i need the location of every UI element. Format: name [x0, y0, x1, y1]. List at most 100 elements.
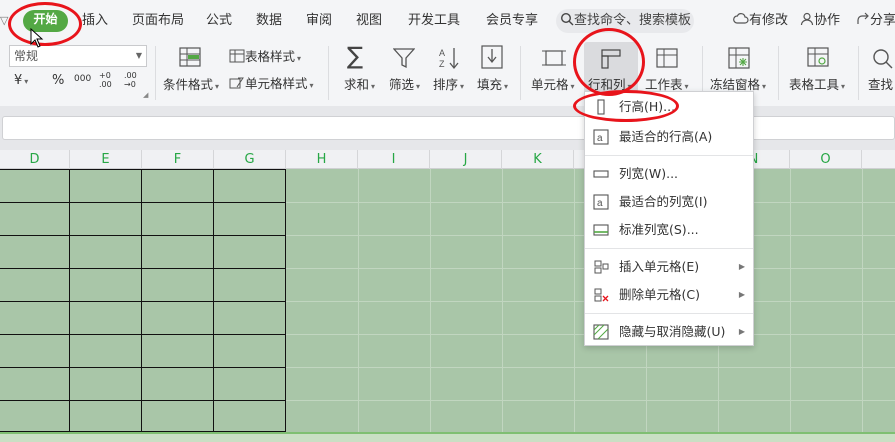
- has-changes-label: 有修改: [749, 13, 789, 28]
- conditional-format-label: 条件格式: [163, 77, 214, 92]
- col-width-icon: [593, 170, 609, 178]
- worksheet-label: 工作表: [645, 77, 683, 92]
- sum-label: 求和: [344, 77, 370, 92]
- tab-page-layout[interactable]: 页面布局: [132, 10, 184, 32]
- tab-data[interactable]: 数据: [256, 10, 282, 32]
- filter-button[interactable]: 筛选 ▾: [389, 74, 420, 93]
- column-header-o[interactable]: O: [790, 150, 862, 169]
- fill-icon: [481, 45, 503, 69]
- collaborate-label: 协作: [814, 13, 841, 28]
- table-tools-icon: [807, 47, 829, 67]
- column-header-d[interactable]: D: [0, 150, 70, 169]
- tab-developer[interactable]: 开发工具: [408, 10, 460, 32]
- collaborate-button[interactable]: 协作: [800, 10, 840, 32]
- hide-unhide-icon: [593, 324, 609, 340]
- menu-item-delete-cell[interactable]: 删除单元格(C) ▶: [585, 282, 753, 308]
- submenu-arrow-icon: ▶: [738, 262, 745, 271]
- menu-item-col-width[interactable]: 列宽(W)...: [585, 161, 753, 187]
- freeze-panes-label: 冻结窗格: [710, 77, 761, 92]
- menu-label-hide-unhide: 隐藏与取消隐藏(U): [619, 324, 726, 339]
- column-header-g[interactable]: G: [214, 150, 286, 169]
- table-style-icon: [229, 49, 245, 63]
- search-icon: [560, 12, 574, 26]
- column-header-e[interactable]: E: [70, 150, 142, 169]
- column-header-j[interactable]: J: [430, 150, 502, 169]
- cell-grid[interactable]: [0, 169, 895, 442]
- table-style-button[interactable]: 表格样式 ▾: [229, 46, 301, 65]
- dialog-launcher-icon[interactable]: ◢: [143, 91, 148, 99]
- column-header-h[interactable]: H: [286, 150, 358, 169]
- svg-text:a: a: [597, 198, 603, 209]
- annotation-circle-row-height: [573, 90, 679, 122]
- column-headers: D E F G H I J K L M N O: [0, 150, 895, 169]
- table-style-label: 表格样式: [245, 49, 296, 64]
- thousands-button[interactable]: 000: [74, 74, 91, 84]
- conditional-format-button[interactable]: 条件格式 ▾: [163, 74, 219, 93]
- filter-icon: [393, 48, 415, 69]
- table-tools-label: 表格工具: [789, 77, 840, 92]
- menu-bar: ▽ 开始 插入 页面布局 公式 数据 审阅 视图 开发工具 会员专享 查找命令、…: [0, 0, 895, 40]
- conditional-format-icon: [179, 47, 201, 67]
- column-header-i[interactable]: I: [358, 150, 430, 169]
- std-col-width-icon: [593, 224, 609, 236]
- menu-label-col-width: 列宽(W)...: [619, 166, 679, 181]
- annotation-circle-start-tab: [8, 2, 82, 46]
- number-format-select[interactable]: 常规 ▼: [9, 45, 147, 67]
- fill-button[interactable]: 填充 ▾: [477, 74, 508, 93]
- percent-button[interactable]: %: [52, 73, 64, 88]
- cell-style-button[interactable]: 单元格样式 ▾: [229, 73, 314, 92]
- svg-text:a: a: [597, 133, 603, 144]
- submenu-arrow-icon: ▶: [738, 327, 745, 336]
- menu-label-delete-cell: 删除单元格(C): [619, 287, 700, 302]
- share-label: 分享: [870, 13, 895, 28]
- menu-label-best-row-height: 最适合的行高(A): [619, 129, 713, 144]
- sort-label: 排序: [433, 77, 459, 92]
- column-header-k[interactable]: K: [502, 150, 574, 169]
- chevron-down-icon: ▼: [135, 51, 142, 60]
- cell-button[interactable]: 单元格 ▾: [531, 74, 575, 93]
- annotation-circle-row-col: [573, 28, 645, 96]
- tab-member[interactable]: 会员专享: [486, 10, 538, 32]
- tab-insert[interactable]: 插入: [82, 10, 108, 32]
- best-col-width-icon: a: [593, 194, 609, 210]
- cell-style-icon: [229, 77, 244, 89]
- freeze-panes-icon: [728, 47, 750, 69]
- column-header-f[interactable]: F: [142, 150, 214, 169]
- insert-cell-icon: [594, 260, 609, 274]
- menu-label-std-col-width: 标准列宽(S)...: [619, 222, 699, 237]
- increase-decimal-button[interactable]: +0 .00: [99, 71, 117, 89]
- tab-view[interactable]: 视图: [356, 10, 382, 32]
- cell-label: 单元格: [531, 77, 569, 92]
- menu-label-insert-cell: 插入单元格(E): [619, 259, 700, 274]
- sum-button[interactable]: 求和 ▾: [344, 74, 375, 93]
- sort-button[interactable]: 排序 ▾: [433, 74, 464, 93]
- formula-input[interactable]: [2, 116, 895, 140]
- row-col-dropdown-menu: 行高(H)... a 最适合的行高(A) 列宽(W)... a 最适合的列宽(I…: [584, 91, 754, 346]
- filter-label: 筛选: [389, 77, 415, 92]
- menu-item-insert-cell[interactable]: 插入单元格(E) ▶: [585, 254, 753, 280]
- cloud-icon: [733, 13, 749, 24]
- search-input[interactable]: 查找命令、搜索模板: [556, 9, 694, 33]
- tab-review[interactable]: 审阅: [306, 10, 332, 32]
- fill-label: 填充: [477, 77, 503, 92]
- mouse-cursor-icon: [30, 28, 44, 48]
- menu-item-best-col-width[interactable]: a 最适合的列宽(I): [585, 189, 753, 215]
- currency-button[interactable]: ¥ ▾: [14, 73, 28, 88]
- table-tools-button[interactable]: 表格工具 ▾: [789, 74, 845, 93]
- has-changes-button[interactable]: 有修改: [733, 10, 788, 32]
- cell-icon: [542, 50, 566, 66]
- share-button[interactable]: 分享: [856, 10, 895, 32]
- svg-text:A: A: [439, 48, 445, 58]
- cell-style-label: 单元格样式: [245, 76, 308, 91]
- submenu-arrow-icon: ▶: [738, 290, 745, 299]
- ribbon-toolbar: 常规 ▼ ¥ ▾ % 000 +0 .00 .00 →0 ◢ 条件格式 ▾ 表格样式…: [0, 40, 895, 106]
- decrease-decimal-button[interactable]: .00 →0: [124, 71, 142, 89]
- menu-item-std-col-width[interactable]: 标准列宽(S)...: [585, 217, 753, 243]
- sheet-bottom-bar: [0, 432, 895, 442]
- tab-formula[interactable]: 公式: [206, 10, 232, 32]
- menu-item-best-row-height[interactable]: a 最适合的行高(A): [585, 124, 753, 150]
- find-icon: [873, 49, 893, 69]
- find-button[interactable]: 查找: [868, 74, 893, 93]
- share-icon: [857, 12, 869, 24]
- menu-item-hide-unhide[interactable]: 隐藏与取消隐藏(U) ▶: [585, 319, 753, 345]
